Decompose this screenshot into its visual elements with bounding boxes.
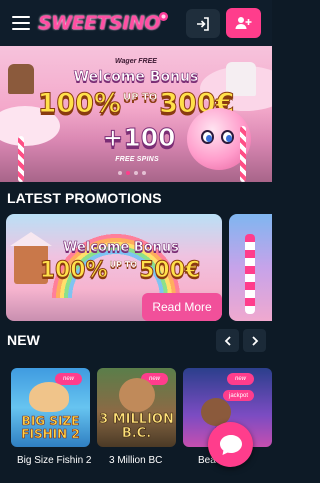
caveman-art (119, 378, 155, 412)
promotion-card-next[interactable] (229, 214, 272, 321)
candy-cane-decoration (240, 126, 246, 182)
chevron-left-icon (224, 335, 231, 346)
promo-upto: UP TO (109, 260, 138, 269)
register-button[interactable] (226, 8, 261, 38)
hero-pagination (118, 171, 146, 175)
game-card[interactable]: new BIG SIZE FISHIN 2 (11, 368, 90, 447)
promotion-card[interactable]: Welcome Bonus 100% UP TO500€ Read More (6, 214, 222, 321)
game-art-title: 3 MILLION B.C. (97, 412, 176, 441)
top-header: SWEETSINO (0, 0, 272, 46)
add-user-icon (235, 17, 252, 29)
hero-banner[interactable]: Wager FREE Welcome Bonus 100% UP TO300€ +… (0, 46, 272, 182)
game-art-title: BIG SIZE FISHIN 2 (11, 414, 90, 441)
site-logo[interactable]: SWEETSINO (38, 9, 168, 37)
promo-amount: 500€ (139, 258, 201, 284)
hero-wager-label: Wager FREE (115, 58, 157, 65)
logo-text: SWEETSINO (38, 12, 160, 34)
pagination-dot[interactable] (134, 171, 138, 175)
hero-upto: UP TO (123, 92, 158, 103)
game-art-line: FISHIN 2 (21, 427, 80, 441)
login-icon (197, 16, 209, 31)
game-art-line: B.C. (121, 426, 152, 441)
read-more-button[interactable]: Read More (142, 293, 222, 321)
hamburger-icon[interactable] (12, 16, 30, 30)
new-badge: new (227, 373, 255, 385)
app-root: SWEETSINO Wager FREE Welcome Bonus 100% U… (0, 0, 272, 483)
carousel-next-button[interactable] (243, 329, 266, 352)
mascot-eye (221, 130, 234, 144)
game-art-line: 3 MILLION (99, 412, 174, 427)
game-name[interactable]: 3 Million BC (109, 455, 162, 466)
lollipop-icon (158, 11, 168, 21)
fisherman-art (29, 382, 69, 412)
carousel-prev-button[interactable] (216, 329, 239, 352)
promo-title: Welcome Bonus (63, 240, 179, 256)
chat-button[interactable] (208, 422, 253, 467)
chat-bubble-icon (219, 434, 242, 455)
hero-title: Welcome Bonus (73, 69, 199, 86)
game-card[interactable]: new 3 MILLION B.C. (97, 368, 176, 447)
login-button[interactable] (186, 9, 220, 38)
pagination-dot[interactable] (118, 171, 122, 175)
pagination-dot-active[interactable] (126, 171, 130, 175)
jackpot-badge: jackpot (223, 390, 255, 401)
pagination-dot[interactable] (142, 171, 146, 175)
new-games-heading: NEW (7, 332, 40, 348)
game-name[interactable]: Big Size Fishin 2 (17, 455, 91, 466)
hero-percent: 100% (37, 88, 121, 120)
promo-offer: 100% UP TO500€ (34, 258, 206, 284)
hero-spins-label: FREE SPINS (115, 156, 159, 163)
chevron-right-icon (251, 335, 258, 346)
mascot-eye (201, 130, 214, 144)
candy-cane-decoration (18, 136, 24, 182)
promotions-heading: LATEST PROMOTIONS (7, 190, 162, 206)
promo-percent: 100% (39, 258, 108, 284)
hero-spins: +100 (102, 123, 176, 153)
candy-stripe-decoration (245, 234, 255, 314)
